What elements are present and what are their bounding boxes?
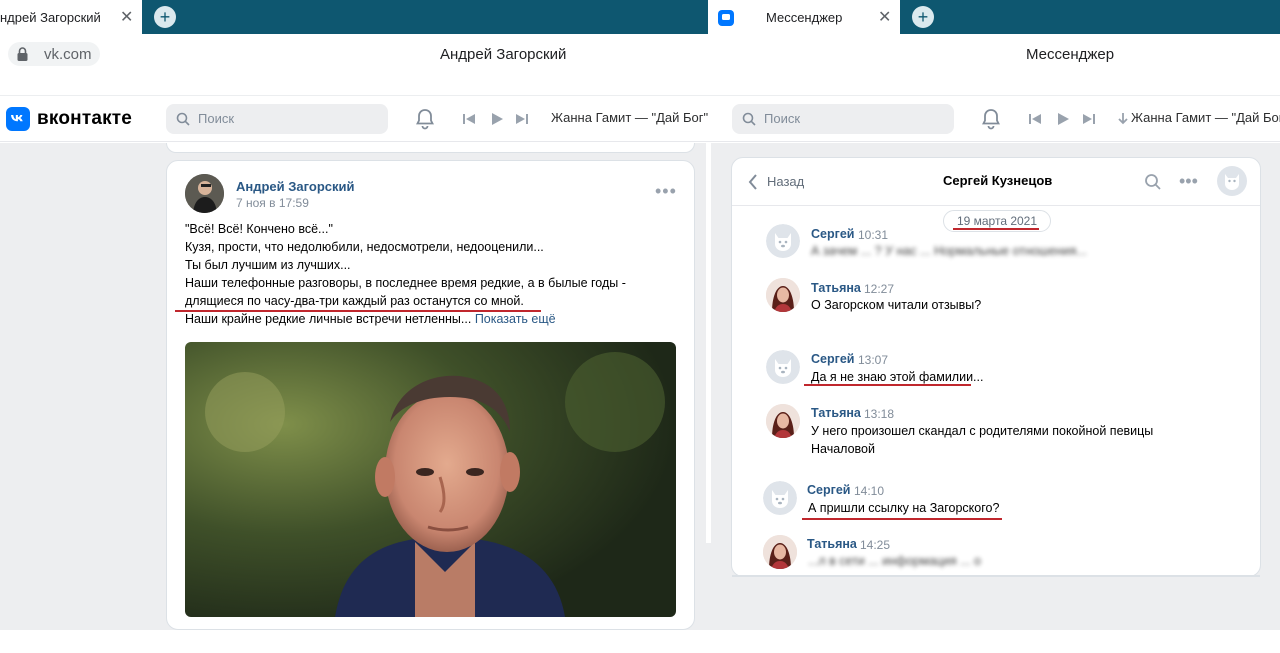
vk-logo-icon	[6, 107, 30, 131]
post-line: Кузя, прости, что недолюбили, недосмотре…	[185, 240, 544, 254]
message-time: 13:07	[858, 353, 889, 367]
tab-title: Мессенджер	[766, 10, 843, 25]
play-icon[interactable]	[490, 112, 504, 126]
page-title: Андрей Загорский	[440, 46, 567, 63]
new-tab-icon[interactable]: +	[154, 6, 176, 28]
now-playing-track[interactable]: Жанна Гамит — "Дай Бог"	[1131, 110, 1280, 125]
message-time: 13:18	[864, 407, 895, 421]
bell-icon[interactable]	[415, 108, 435, 130]
highlight-underline	[804, 384, 971, 386]
message-text: О Загорском читали отзывы?	[811, 298, 982, 312]
message-author[interactable]: Татьяна	[807, 537, 857, 551]
search-input[interactable]: Поиск	[732, 104, 954, 134]
woman-photo-icon	[766, 278, 800, 312]
tatyana-avatar[interactable]	[763, 535, 797, 569]
now-playing-track[interactable]: Жанна Гамит — "Дай Бог"	[551, 110, 708, 125]
search-input[interactable]: Поиск	[166, 104, 388, 134]
address-bar[interactable]: vk.com	[8, 42, 100, 66]
right-active-tab[interactable]: Мессенджер ✕	[708, 0, 900, 34]
message-text: ...л в сети ... информация ... о	[808, 554, 982, 568]
post-more-icon[interactable]: •••	[655, 181, 677, 202]
post-author-name[interactable]: Андрей Загорский	[236, 179, 355, 194]
next-track-icon[interactable]	[515, 112, 529, 126]
previous-track-icon[interactable]	[1028, 112, 1042, 126]
tab-close-icon[interactable]: ✕	[120, 7, 133, 27]
vk-header-left: вконтакте Поиск Жанна Гамит — "Дай Бог"	[0, 97, 708, 142]
post-line: Наши телефонные разговоры, в последнее в…	[185, 276, 626, 290]
right-address-area: Мессенджер	[708, 34, 1280, 96]
message-time: 14:10	[854, 484, 885, 498]
post-photo[interactable]	[185, 342, 676, 617]
new-tab-icon[interactable]: +	[912, 6, 934, 28]
chat-header: Назад Сергей Кузнецов •••	[732, 158, 1260, 206]
chevron-left-icon[interactable]	[748, 174, 758, 190]
previous-post-edge	[166, 143, 695, 153]
message-time: 10:31	[858, 228, 889, 242]
message-time: 12:27	[864, 282, 895, 296]
man-portrait-image	[185, 342, 676, 617]
page-title: Мессенджер	[1026, 46, 1115, 63]
highlight-underline	[175, 310, 541, 312]
post-line: длящиеся по часу-два-три каждый раз оста…	[185, 294, 524, 308]
message-author[interactable]: Сергей	[811, 227, 854, 241]
message-text-continued: Началовой	[811, 442, 875, 456]
author-photo-icon	[185, 174, 224, 213]
message-time: 14:25	[860, 538, 891, 552]
chat-more-icon[interactable]: •••	[1179, 171, 1198, 192]
post-line: Наши крайне редкие личные встречи нетлен…	[185, 312, 472, 326]
search-icon	[176, 112, 190, 126]
bottom-blank-area	[0, 630, 1280, 653]
post-line-last: Наши крайне редкие личные встречи нетлен…	[185, 310, 665, 328]
post-date[interactable]: 7 ноя в 17:59	[236, 196, 309, 210]
message-author[interactable]: Татьяна	[811, 281, 861, 295]
search-icon	[742, 112, 756, 126]
lock-icon	[17, 47, 28, 61]
highlight-underline	[953, 228, 1039, 230]
vk-logo[interactable]: вконтакте	[6, 107, 146, 133]
search-placeholder: Поиск	[198, 111, 235, 126]
messenger-tab-icon	[718, 10, 734, 26]
message-author[interactable]: Татьяна	[811, 406, 861, 420]
message-text: А зачем ... ? У нас ... Нормальные отнош…	[811, 244, 1087, 258]
window-divider	[706, 143, 711, 543]
left-active-tab[interactable]: ндрей Загорский ✕	[0, 0, 142, 34]
tab-close-icon[interactable]: ✕	[878, 7, 891, 27]
tatyana-avatar[interactable]	[766, 404, 800, 438]
dog-avatar-icon[interactable]	[766, 350, 800, 384]
chat-title[interactable]: Сергей Кузнецов	[943, 173, 1052, 188]
play-icon[interactable]	[1056, 112, 1070, 126]
left-address-area: vk.com Андрей Загорский	[0, 34, 708, 96]
bell-icon[interactable]	[981, 108, 1001, 130]
next-track-icon[interactable]	[1082, 112, 1096, 126]
message-author[interactable]: Сергей	[811, 352, 854, 366]
tatyana-avatar[interactable]	[766, 278, 800, 312]
vk-logo-text: вконтакте	[37, 108, 133, 129]
right-lower-blank	[733, 575, 1280, 630]
show-more-link[interactable]: Показать ещё	[475, 312, 556, 326]
woman-photo-icon	[763, 535, 797, 569]
tab-title: ндрей Загорский	[0, 10, 101, 25]
message-author[interactable]: Сергей	[807, 483, 850, 497]
highlight-underline	[802, 518, 1002, 520]
post-text: "Всё! Всё! Кончено всё..." Кузя, прости,…	[185, 220, 665, 328]
download-icon[interactable]	[1118, 112, 1128, 126]
previous-track-icon[interactable]	[462, 112, 476, 126]
woman-photo-icon	[766, 404, 800, 438]
vk-header-right: Поиск Жанна Гамит — "Дай Бог"	[708, 97, 1280, 142]
post-line: Ты был лучшим из лучших...	[185, 258, 351, 272]
chat-avatar-icon[interactable]	[1217, 166, 1247, 196]
message-text: А пришли ссылку на Загорского?	[808, 501, 1000, 515]
dog-avatar-icon[interactable]	[763, 481, 797, 515]
post-line: "Всё! Всё! Кончено всё..."	[185, 222, 333, 236]
dog-avatar-icon[interactable]	[766, 224, 800, 258]
chat-bottom-mask	[732, 575, 1260, 577]
post-author-avatar[interactable]	[185, 174, 224, 213]
search-placeholder: Поиск	[764, 111, 801, 126]
back-button[interactable]: Назад	[767, 174, 804, 189]
message-text: У него произошел скандал с родителями по…	[811, 424, 1154, 438]
search-icon[interactable]	[1144, 173, 1162, 191]
url-text: vk.com	[44, 46, 92, 63]
